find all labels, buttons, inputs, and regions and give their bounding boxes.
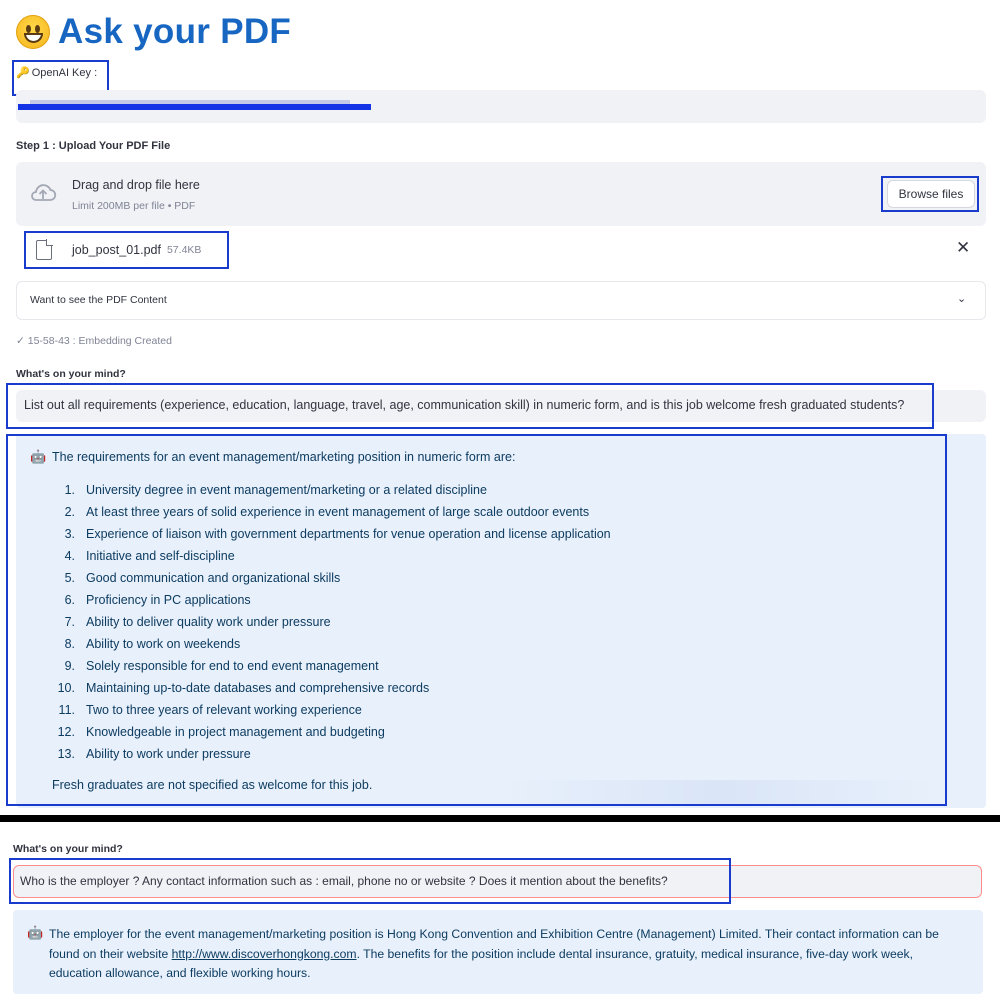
- answer-fade: [500, 780, 940, 806]
- list-item: 8. Ability to work on weekends: [64, 637, 241, 651]
- question-label: What's on your mind?: [16, 368, 126, 380]
- key-icon: 🔑: [16, 67, 30, 79]
- browse-files-button[interactable]: Browse files: [887, 180, 975, 208]
- robot-icon: 🤖: [30, 449, 47, 464]
- page-title-text: Ask your PDF: [58, 12, 292, 51]
- embedding-status-text: 15-58-43 : Embedding Created: [27, 335, 172, 347]
- list-item: 6. Proficiency in PC applications: [64, 593, 251, 607]
- redaction-bar: [18, 104, 371, 110]
- openai-key-label-text: OpenAI Key :: [31, 66, 98, 79]
- uploaded-file-size: 57.4KB: [166, 244, 202, 256]
- check-icon: ✓: [16, 335, 25, 347]
- dropzone-instruction: Drag and drop file here: [72, 178, 200, 192]
- file-icon: [36, 239, 53, 260]
- uploaded-file: job_post_01.pdf 57.4KB: [28, 234, 201, 266]
- screenshot-divider: [0, 815, 1000, 822]
- list-item: 10. Maintaining up-to-date databases and …: [57, 681, 430, 695]
- question-input-value: List out all requirements (experience, e…: [24, 398, 905, 412]
- remove-file-close-icon[interactable]: ✕: [956, 238, 970, 258]
- upload-step-label: Step 1 : Upload Your PDF File: [16, 140, 171, 152]
- answer-footer: Fresh graduates are not specified as wel…: [52, 778, 373, 792]
- pdf-content-expander-label: Want to see the PDF Content: [30, 294, 167, 306]
- list-item: 13. Ability to work under pressure: [57, 747, 251, 761]
- robot-icon: 🤖: [27, 925, 44, 940]
- website-link[interactable]: http://www.discoverhongkong.com: [172, 947, 357, 961]
- list-item: 5. Good communication and organizational …: [64, 571, 341, 585]
- answer-intro: The requirements for an event management…: [52, 450, 516, 464]
- list-item: 2. At least three years of solid experien…: [64, 505, 590, 519]
- chevron-down-icon[interactable]: ⌄: [957, 292, 966, 305]
- list-item: 3. Experience of liaison with government …: [64, 527, 611, 541]
- list-item: 11. Two to three years of relevant workin…: [58, 703, 362, 717]
- list-item: 7. Ability to deliver quality work under …: [64, 615, 331, 629]
- list-item: 4. Initiative and self-discipline: [64, 549, 235, 563]
- cloud-upload-icon: [31, 184, 57, 201]
- question-label: What's on your mind?: [13, 843, 123, 855]
- requirements-list: 1. University degree in event management/…: [48, 479, 748, 765]
- list-item: 9. Solely responsible for end to end even…: [64, 659, 379, 673]
- embedding-status: ✓ 15-58-43 : Embedding Created: [16, 335, 172, 347]
- question-input-value: Who is the employer ? Any contact inform…: [20, 874, 668, 888]
- uploaded-file-name: job_post_01.pdf: [72, 243, 161, 257]
- file-dropzone[interactable]: [16, 162, 986, 226]
- list-item: 1. University degree in event management/…: [64, 483, 487, 497]
- list-item: 12. Knowledgeable in project management a…: [57, 725, 385, 739]
- answer-text: The employer for the event management/ma…: [49, 927, 939, 980]
- grinning-face-icon: [16, 15, 50, 49]
- dropzone-limit: Limit 200MB per file • PDF: [72, 200, 196, 212]
- page-title: Ask your PDF: [16, 8, 291, 56]
- openai-key-label: 🔑 OpenAI Key :: [16, 66, 98, 80]
